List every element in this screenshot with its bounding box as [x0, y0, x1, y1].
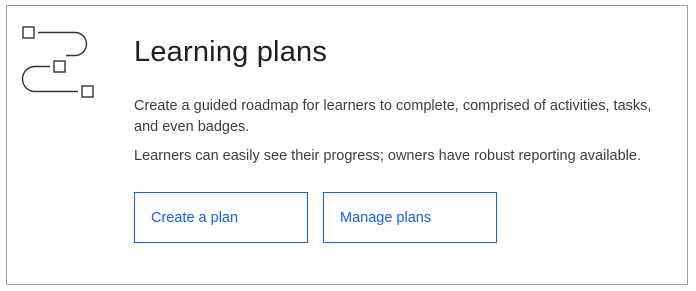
card-description: Create a guided roadmap for learners to …: [134, 98, 652, 135]
create-plan-button[interactable]: Create a plan: [134, 192, 308, 243]
learning-plans-card: Learning plans Create a guided roadmap f…: [6, 5, 688, 285]
card-title: Learning plans: [134, 36, 328, 68]
manage-plans-button[interactable]: Manage plans: [323, 192, 497, 243]
card-reporting-note: Learners can easily see their progress; …: [134, 148, 641, 164]
learning-path-icon: [21, 26, 94, 98]
